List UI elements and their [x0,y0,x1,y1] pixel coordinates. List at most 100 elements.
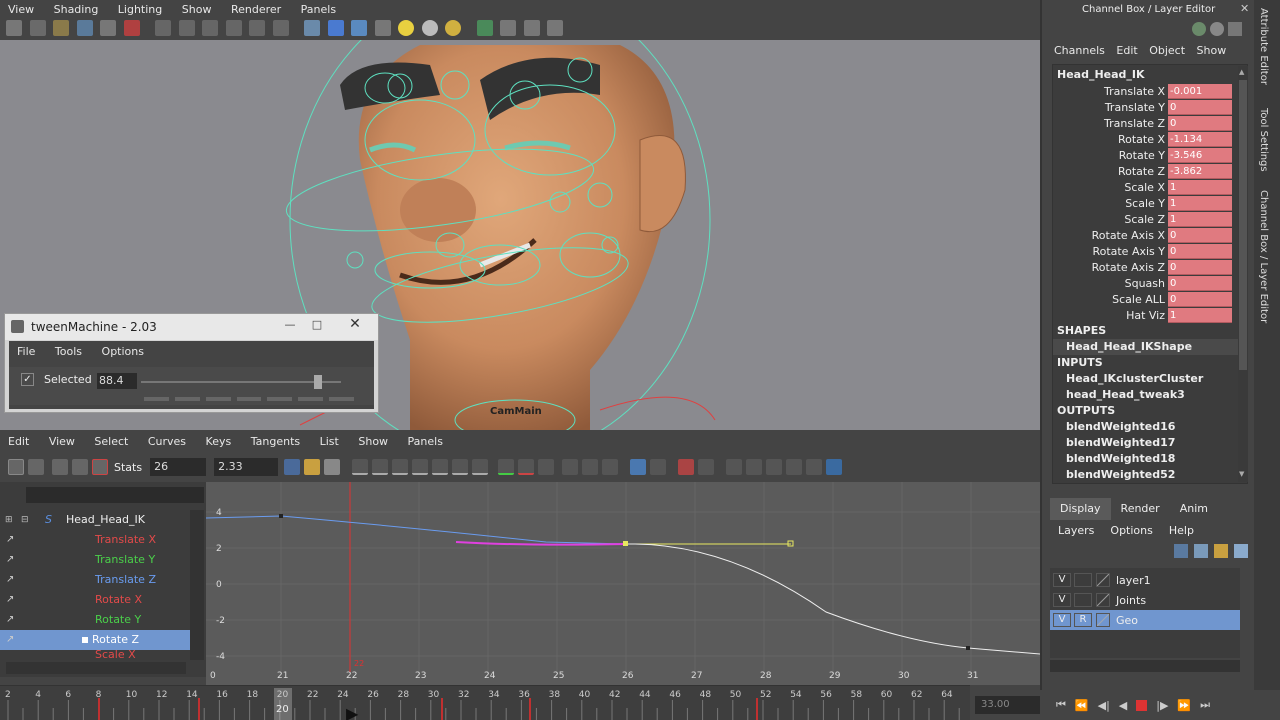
cb-attribute-value[interactable]: -3.546 [1168,147,1232,163]
ge-menu-tangents[interactable]: Tangents [243,432,308,452]
layer-visibility-toggle[interactable]: V [1053,593,1071,607]
new-layer-icon[interactable] [1174,544,1188,558]
ge-menu-show[interactable]: Show [350,432,396,452]
step-back-key-icon[interactable]: ⏪ [1075,699,1089,712]
camera-attrs-icon[interactable] [29,20,46,36]
cb-attribute-label[interactable]: Squash [1053,277,1168,290]
play-backward-icon[interactable]: ◀ [1119,699,1127,712]
cb-attribute-value[interactable]: -3.862 [1168,163,1232,179]
cb-output-node[interactable]: blendWeighted18 [1053,451,1247,467]
stats-frame-field[interactable]: 26 [150,458,207,476]
ge-menu-view[interactable]: View [41,432,83,452]
layer-visibility-toggle[interactable]: V [1053,613,1071,627]
stats-value-field[interactable]: 2.33 [214,458,279,476]
smooth-shade-icon[interactable] [327,20,344,36]
cb-attribute-label[interactable]: Rotate X [1053,133,1168,146]
viewport-menu-renderer[interactable]: Renderer [223,0,289,20]
ge-menu-curves[interactable]: Curves [140,432,194,452]
linear-tangent-icon[interactable] [412,459,429,475]
dope-sheet-icon[interactable] [806,459,823,475]
layer-hscrollbar[interactable] [1050,660,1240,672]
viewport-menu-panels[interactable]: Panels [293,0,344,20]
preset-button[interactable] [298,397,324,401]
camera-select-icon[interactable] [6,20,22,36]
add-key-icon[interactable] [52,459,68,475]
layer-stack-icon[interactable] [1194,544,1208,558]
preset-button[interactable] [267,397,293,401]
ge-menu-list[interactable]: List [312,432,347,452]
cb-attribute-row[interactable]: Rotate Axis X0 [1053,227,1247,243]
outliner-attr-row[interactable]: ↗ Rotate Z [0,630,190,650]
film-gate-icon[interactable] [178,20,195,36]
cb-attribute-value[interactable]: -0.001 [1168,83,1232,99]
layer-reference-toggle[interactable] [1074,573,1092,587]
step-back-frame-icon[interactable]: ◀| [1098,699,1110,712]
minimize-icon[interactable]: — [280,318,300,334]
clamped-tangent-icon[interactable] [392,459,409,475]
preset-button[interactable] [329,397,355,401]
lock-tangent-weight-icon[interactable] [562,459,579,475]
tab-render[interactable]: Render [1111,498,1170,520]
outliner-scrollbar[interactable] [190,510,204,660]
spline-tangent-icon[interactable] [372,459,389,475]
step-tangent-icon[interactable] [452,459,469,475]
cb-attribute-label[interactable]: Scale Y [1053,197,1168,210]
shadows-icon[interactable] [421,20,438,36]
cb-attribute-row[interactable]: Hat Viz 1 [1053,307,1247,323]
new-layer-selected-icon[interactable] [1214,544,1228,558]
cb-attribute-value[interactable]: 1 [1168,211,1232,227]
cb-attribute-label[interactable]: Rotate Y [1053,149,1168,162]
ge-menu-panels[interactable]: Panels [400,432,451,452]
graph-canvas[interactable]: 4 2 0 -2 -4 0 21 22 23 24 25 26 27 28 29 30 31 22 [205,482,1041,685]
cb-attribute-row[interactable]: Scale X1 [1053,179,1247,195]
scroll-thumb[interactable] [1239,80,1247,370]
auto-tangent-icon[interactable] [352,459,369,475]
cb-attribute-value[interactable]: 0 [1168,227,1232,243]
scroll-down-icon[interactable]: ▼ [1239,470,1247,478]
cb-attribute-row[interactable]: Rotate Axis Z0 [1053,259,1247,275]
gate-mask-icon[interactable] [225,20,242,36]
preset-button[interactable] [205,397,231,401]
layer-visibility-toggle[interactable]: V [1053,573,1071,587]
magnet-snap-icon[interactable] [678,459,695,475]
cb-attribute-label[interactable]: Rotate Axis X [1053,229,1168,242]
wireframe-on-shaded-icon[interactable] [351,20,367,36]
outliner-attr-row[interactable]: ↗ Translate X [0,530,190,550]
cb-attribute-row[interactable]: Rotate Axis Y0 [1053,243,1247,259]
speed-icon[interactable] [1228,22,1242,36]
layer-menu-layers[interactable]: Layers [1050,522,1102,540]
cb-attribute-value[interactable]: 1 [1168,195,1232,211]
layer-name[interactable]: layer1 [1116,574,1151,587]
layer-menu-help[interactable]: Help [1161,522,1202,540]
outliner-attr-row[interactable]: ↗ Rotate Y [0,610,190,630]
outliner-node-row[interactable]: ⊞ ⊟ S Head_Head_IK [0,510,190,530]
cb-attribute-value[interactable]: 1 [1168,307,1232,323]
viewport-menu-shading[interactable]: Shading [46,0,107,20]
center-current-time-icon[interactable] [324,459,341,475]
outliner-filter-field[interactable] [26,487,204,503]
cb-attribute-label[interactable]: Scale X [1053,181,1168,194]
layer-row[interactable]: Vlayer1 [1050,570,1240,590]
preset-button[interactable] [174,397,200,401]
flat-tangent-icon[interactable] [432,459,449,475]
isolate-select-icon[interactable] [476,20,493,36]
outliner-attr-row[interactable]: ↗ Translate Y [0,550,190,570]
side-tab[interactable]: Tool Settings [1258,108,1269,172]
cb-attribute-label[interactable]: Hat Viz [1053,309,1168,322]
cb-attribute-value[interactable]: 0 [1168,291,1232,307]
outliner-hscrollbar[interactable] [6,662,186,674]
buffer-curve-icon[interactable] [698,459,715,475]
tween-menu-options[interactable]: Options [94,341,152,363]
denormalize-icon[interactable] [746,459,763,475]
manip-icon[interactable] [1210,22,1224,36]
tween-menu-file[interactable]: File [9,341,43,363]
preset-button[interactable] [144,397,169,401]
layer-color-swatch[interactable] [1096,593,1110,607]
current-time-field[interactable]: 33.00 [975,696,1040,714]
cb-attribute-label[interactable]: Translate Z [1053,117,1168,130]
layer-color-swatch[interactable] [1096,613,1110,627]
tween-slider-handle[interactable] [313,375,322,389]
break-tangents-icon[interactable] [498,459,515,475]
cb-attribute-label[interactable]: Rotate Z [1053,165,1168,178]
layer-options-icon[interactable] [1234,544,1248,558]
